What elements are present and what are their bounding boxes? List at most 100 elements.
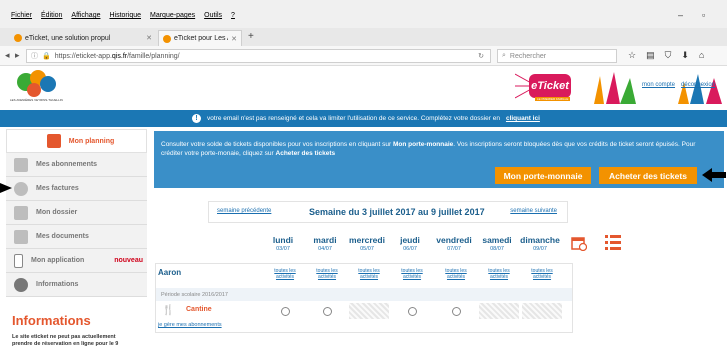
menu-help[interactable]: ? <box>231 12 235 19</box>
notice-link[interactable]: cliquant ici <box>506 115 540 122</box>
info-icon[interactable]: ⓘ <box>31 51 38 61</box>
lock-icon: 🔒 <box>42 53 51 60</box>
logout-link[interactable]: déconnexion <box>681 82 715 88</box>
reservation-radio[interactable] <box>322 306 332 316</box>
all-activities-link[interactable]: toutes les activités <box>396 268 428 280</box>
menu-historique[interactable]: Historique <box>109 12 141 19</box>
week-title: Semaine du 3 juillet 2017 au 9 juillet 2… <box>309 207 485 217</box>
sidebar-item-informations[interactable]: Informations <box>6 273 147 297</box>
sidebar: Mon planning Mes abonnements Mes facture… <box>6 129 147 351</box>
info-title: Informations <box>12 313 91 328</box>
menu-outils[interactable]: Outils <box>204 12 222 19</box>
sidebar-item-documents[interactable]: Mes documents <box>6 225 147 249</box>
planning-grid: Aaron toutes les activités toutes les acti… <box>155 263 573 333</box>
all-activities-link[interactable]: toutes les activités <box>353 268 385 280</box>
day-header-vendredi: vendredi 07/07 <box>436 235 472 252</box>
all-activities-link[interactable]: toutes les activités <box>483 268 515 280</box>
download-icon[interactable]: ⬇ <box>681 50 689 61</box>
reservation-radio[interactable] <box>280 306 290 316</box>
school-period: Période scolaire 2016/2017 <box>156 288 572 301</box>
reservation-cell[interactable] <box>436 303 476 319</box>
home-icon[interactable]: ⌂ <box>699 50 704 61</box>
wallet-button[interactable]: Mon porte-monnaie <box>495 167 591 184</box>
menu-fichier[interactable]: Fichier <box>11 12 32 19</box>
calendar-icon[interactable] <box>571 235 587 251</box>
reservation-cell[interactable] <box>307 303 347 319</box>
sidebar-item-dossier[interactable]: Mon dossier <box>6 201 147 225</box>
pocket-icon[interactable]: ⛉ <box>665 50 672 61</box>
back-icon[interactable]: ◂ <box>5 50 10 61</box>
phone-icon <box>14 253 23 268</box>
alert-icon: ! <box>192 114 201 123</box>
day-header-mardi: mardi 04/07 <box>313 235 337 252</box>
family-icon <box>14 205 28 220</box>
reservation-radio[interactable] <box>407 306 417 316</box>
sidebar-item-factures[interactable]: Mes factures <box>6 177 147 201</box>
url-text: https://eticket-app.qis.fr/famille/plann… <box>54 52 180 60</box>
notice-text: votre email n'est pas renseigné et cela … <box>207 115 500 122</box>
forward-icon[interactable]: ▸ <box>15 50 20 61</box>
all-activities-link[interactable]: toutes les activités <box>311 268 343 280</box>
tab-eticket-solution[interactable]: eTicket, une solution propul ✕ <box>10 30 156 46</box>
week-navigation: semaine précédente Semaine du 3 juillet … <box>208 201 568 223</box>
reader-icon[interactable]: ▤ <box>646 50 655 61</box>
previous-week-link[interactable]: semaine précédente <box>217 208 271 214</box>
close-icon[interactable]: ✕ <box>231 35 237 43</box>
calendar-icon <box>46 134 61 148</box>
sidebar-item-label: Mes abonnements <box>36 161 98 168</box>
logo-caption: LES AVENIÈRES VEYRINS-THUELLIN <box>10 98 63 102</box>
menu-bar: Fichier Édition Affichage Historique Mar… <box>0 0 727 28</box>
close-icon[interactable]: ✕ <box>146 34 152 42</box>
eticket-banner: eTicket LE PREMIER FAMILLE <box>515 72 579 102</box>
my-account-link[interactable]: mon compte <box>642 82 675 88</box>
all-activities-link[interactable]: toutes les activités <box>440 268 472 280</box>
child-name: Aaron <box>158 268 182 277</box>
reload-icon[interactable]: ↻ <box>478 52 484 60</box>
sidebar-item-label: Mon planning <box>68 137 115 145</box>
bookmark-star-icon[interactable]: ☆ <box>628 50 636 61</box>
unavailable-cell <box>349 303 389 319</box>
minimize-icon[interactable]: – <box>678 10 683 20</box>
reservation-cell[interactable] <box>392 303 432 319</box>
wallet-info-text: Consulter votre solde de tickets disponi… <box>161 141 696 157</box>
sidebar-item-label: Informations <box>36 281 79 288</box>
tab-bar: eTicket, une solution propul ✕ eTicket p… <box>0 28 727 46</box>
all-activities-link[interactable]: toutes les activités <box>269 268 301 280</box>
search-input[interactable]: ⌕ Rechercher <box>497 49 617 63</box>
tab-label: eTicket, une solution propul <box>25 34 111 42</box>
day-header-mercredi: mercredi 05/07 <box>349 235 385 252</box>
info-box: Informations Le site eticket ne peut pas… <box>6 309 147 351</box>
day-header-samedi: samedi 08/07 <box>482 235 512 252</box>
email-notice-bar: ! votre email n'est pas renseigné et cel… <box>0 110 727 127</box>
search-placeholder: Rechercher <box>509 52 547 60</box>
sidebar-item-label: Mes documents <box>36 233 89 240</box>
table-row: 🍴 Cantine <box>156 302 572 320</box>
list-view-icon[interactable] <box>605 234 621 252</box>
eticket-favicon-icon <box>163 34 171 43</box>
reservation-radio[interactable] <box>451 306 461 316</box>
buy-tickets-button[interactable]: Acheter des tickets <box>599 167 697 184</box>
next-week-link[interactable]: semaine suivante <box>510 208 557 214</box>
restore-icon[interactable]: ▫ <box>702 10 705 20</box>
new-tab-icon[interactable]: + <box>248 31 254 42</box>
sidebar-item-label: Mes factures <box>36 185 79 192</box>
info-text: Le site eticket ne peut pas actuellement… <box>12 334 119 348</box>
eticket-favicon-icon <box>14 34 22 42</box>
sidebar-item-application[interactable]: Mon application nouveau <box>6 249 147 273</box>
documents-icon <box>14 229 28 244</box>
manage-subscriptions-link[interactable]: je gère mes abonnements <box>158 322 222 328</box>
tab-eticket-avenieres[interactable]: eTicket pour Les Avenières ✕ <box>158 30 242 46</box>
menu-marque-pages[interactable]: Marque-pages <box>150 12 195 19</box>
sidebar-item-abonnements[interactable]: Mes abonnements <box>6 153 147 177</box>
arrow-pointer-icon <box>0 183 12 193</box>
town-logo[interactable]: LES AVENIÈRES VEYRINS-THUELLIN <box>10 68 63 104</box>
all-activities-link[interactable]: toutes les activités <box>526 268 558 280</box>
sidebar-item-label: Mon dossier <box>36 209 78 216</box>
hands-decoration-icon <box>594 72 722 104</box>
search-icon: ⌕ <box>502 52 506 59</box>
menu-affichage[interactable]: Affichage <box>71 12 100 19</box>
sidebar-item-planning[interactable]: Mon planning <box>6 129 147 153</box>
reservation-cell[interactable] <box>265 303 305 319</box>
url-bar[interactable]: ⓘ 🔒 https://eticket-app.qis.fr/famille/p… <box>26 49 491 63</box>
menu-edition[interactable]: Édition <box>41 12 62 19</box>
